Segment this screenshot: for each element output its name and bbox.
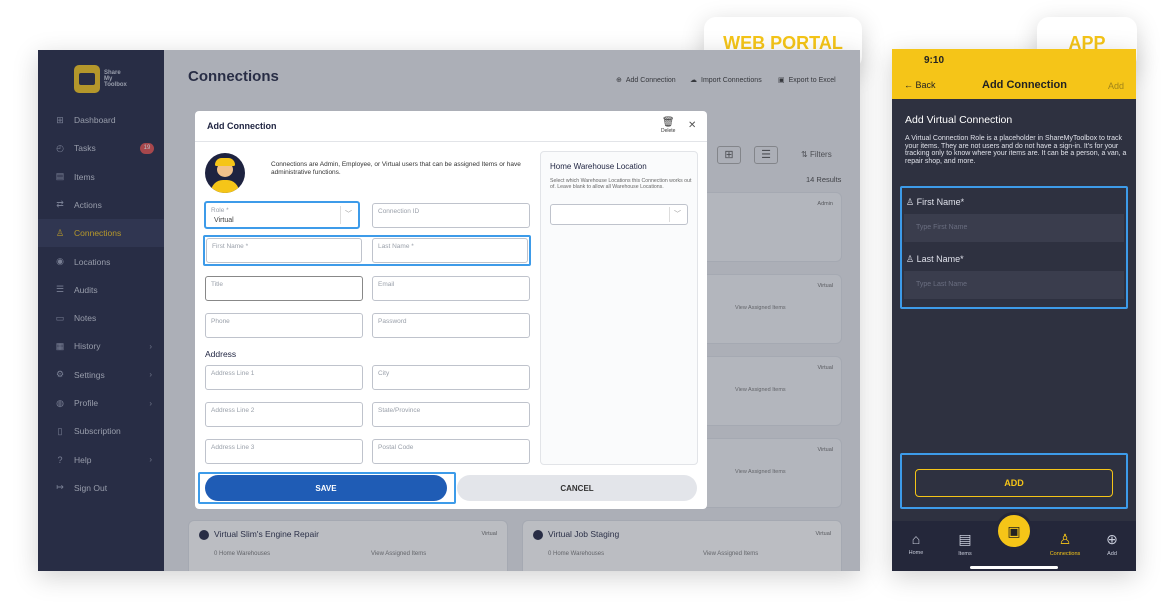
back-button[interactable]: ← Back: [904, 80, 936, 90]
nav-add[interactable]: ⊕ Add: [1092, 531, 1132, 557]
password-field[interactable]: Password: [372, 313, 530, 338]
modal-title: Add Connection: [207, 121, 277, 131]
app-header: 9:10 ← Back Add Connection Add: [892, 49, 1136, 99]
nav-items[interactable]: ▤ Items: [945, 531, 985, 557]
bottom-nav: ⌂ Home ▤ Items ▣ ♙ Connections ⊕ Add: [892, 512, 1136, 571]
close-icon[interactable]: ✕: [688, 120, 696, 131]
add-connection-modal: Add Connection 🗑 Delete ✕ Connections are…: [195, 111, 707, 509]
divider: [195, 141, 707, 142]
last-name-label: ♙ Last Name*: [906, 254, 964, 264]
header-add-button[interactable]: Add: [1108, 81, 1124, 91]
connection-id-field[interactable]: Connection ID: [372, 203, 530, 228]
first-name-field[interactable]: First Name *: [206, 238, 362, 263]
warehouse-description: Select which Warehouse Locations this Co…: [550, 178, 692, 190]
chevron-down-icon: ﹀: [669, 207, 685, 222]
warehouse-panel: Home Warehouse Location Select which War…: [540, 151, 698, 465]
add-button[interactable]: ADD: [915, 469, 1113, 497]
home-icon: ⌂: [911, 531, 921, 547]
address-line-3-field[interactable]: Address Line 3: [205, 439, 363, 464]
delete-button[interactable]: 🗑 Delete: [661, 117, 675, 134]
address-line-1-field[interactable]: Address Line 1: [205, 365, 363, 390]
nav-home[interactable]: ⌂ Home: [896, 531, 936, 556]
modal-intro: Connections are Admin, Employee, or Virt…: [271, 161, 521, 176]
phone-field[interactable]: Phone: [205, 313, 363, 338]
role-select[interactable]: Role * Virtual ﹀: [204, 201, 360, 229]
warehouse-title: Home Warehouse Location: [550, 162, 647, 171]
last-name-input[interactable]: Type Last Name: [904, 271, 1124, 299]
app-description: A Virtual Connection Role is a placehold…: [905, 135, 1127, 165]
person-icon: ♙: [906, 254, 917, 264]
connections-icon: ♙: [1058, 531, 1072, 547]
warehouse-select[interactable]: ﹀: [550, 204, 688, 225]
app-title: Add Connection: [982, 79, 1067, 91]
nav-connections[interactable]: ♙ Connections: [1043, 531, 1087, 557]
scan-button[interactable]: ▣: [995, 512, 1033, 550]
save-button[interactable]: SAVE: [205, 475, 447, 501]
person-icon: ♙: [906, 197, 917, 207]
chevron-down-icon: ﹀: [340, 206, 356, 224]
worker-avatar-icon: [205, 153, 245, 193]
state-field[interactable]: State/Province: [372, 402, 530, 427]
last-name-field[interactable]: Last Name *: [372, 238, 528, 263]
city-field[interactable]: City: [372, 365, 530, 390]
address-heading: Address: [205, 349, 237, 359]
title-field[interactable]: Title: [205, 276, 363, 301]
qr-scan-icon: ▣: [1007, 523, 1021, 539]
status-time: 9:10: [924, 55, 945, 66]
app-heading: Add Virtual Connection: [905, 114, 1013, 126]
postal-code-field[interactable]: Postal Code: [372, 439, 530, 464]
email-field[interactable]: Email: [372, 276, 530, 301]
arrow-left-icon: ←: [904, 80, 916, 90]
items-icon: ▤: [958, 531, 972, 547]
trash-icon: 🗑: [661, 117, 675, 128]
address-line-2-field[interactable]: Address Line 2: [205, 402, 363, 427]
first-name-label: ♙ First Name*: [906, 197, 965, 207]
mobile-app: 9:10 ← Back Add Connection Add Add Virtu…: [892, 49, 1136, 571]
cancel-button[interactable]: CANCEL: [457, 475, 697, 501]
first-name-input[interactable]: Type First Name: [904, 214, 1124, 242]
home-indicator: [970, 566, 1058, 569]
web-portal: Share My Toolbox ⊞ Dashboard ◴ Tasks 19 ▤ Item…: [38, 50, 860, 571]
add-icon: ⊕: [1106, 531, 1118, 547]
